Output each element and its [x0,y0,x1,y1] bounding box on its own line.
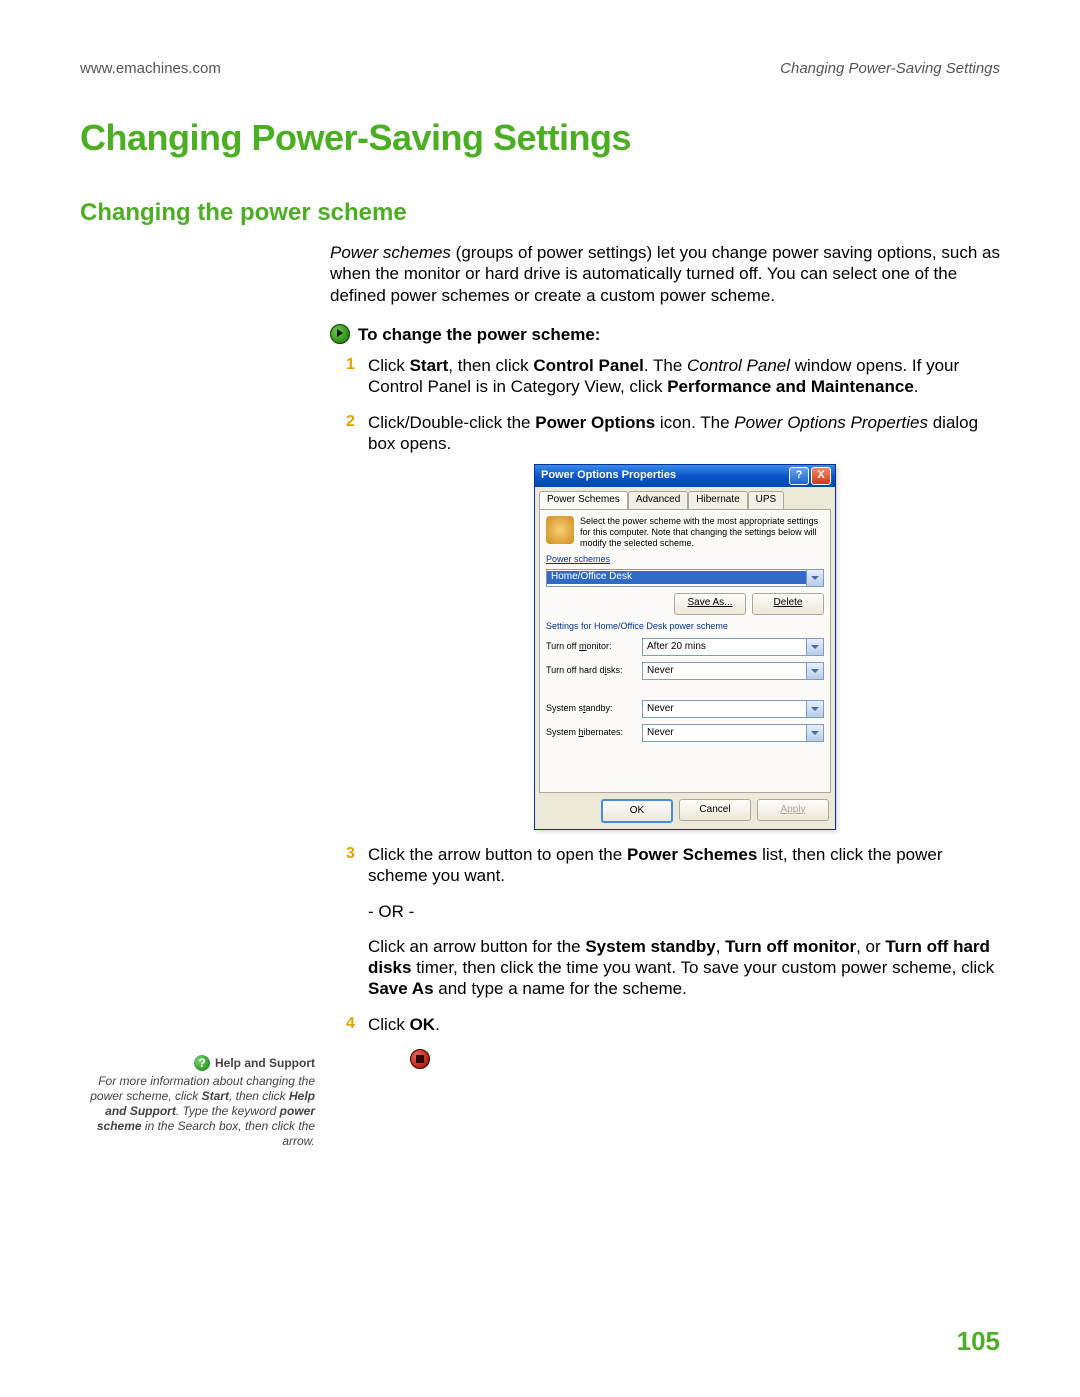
intro-paragraph: Power schemes (groups of power settings)… [330,242,1000,306]
chevron-down-icon[interactable] [806,701,823,717]
header-section: Changing Power-Saving Settings [780,60,1000,77]
power-scheme-select[interactable]: Home/Office Desk [546,569,824,587]
delete-button[interactable]: Delete [752,593,824,615]
section-title: Changing the power scheme [80,199,1000,227]
label-system-hibernates: System hibernates: [546,727,636,738]
label-turn-off-disks: Turn off hard disks: [546,665,636,676]
ok-button[interactable]: OK [601,799,673,823]
step-4: 4 Click OK. [346,1014,1000,1035]
help-button[interactable]: ? [789,467,809,485]
chevron-down-icon[interactable] [806,663,823,679]
or-separator: - OR - [368,901,1000,922]
select-system-standby[interactable]: Never [642,700,824,718]
tab-ups[interactable]: UPS [748,491,785,509]
page-title: Changing Power-Saving Settings [80,117,1000,159]
step-3: 3 Click the arrow button to open the Pow… [346,844,1000,1000]
close-button[interactable]: X [811,467,831,485]
dialog-title: Power Options Properties [541,469,676,483]
stop-icon [410,1049,430,1069]
page-number: 105 [957,1326,1000,1357]
help-sidebar: ? Help and Support For more information … [80,1055,315,1149]
group-settings: Settings for Home/Office Desk power sche… [546,621,824,632]
tab-advanced[interactable]: Advanced [628,491,688,509]
chevron-down-icon[interactable] [806,570,823,586]
chevron-down-icon[interactable] [806,639,823,655]
header-url: www.emachines.com [80,60,221,77]
label-turn-off-monitor: Turn off monitor: [546,641,636,652]
help-title: Help and Support [215,1056,315,1071]
tab-power-schemes[interactable]: Power Schemes [539,491,628,509]
play-icon [330,324,350,344]
dialog-screenshot: Power Options Properties ? X Power Schem… [534,464,834,830]
power-icon [546,516,574,544]
label-system-standby: System standby: [546,703,636,714]
select-turn-off-disks[interactable]: Never [642,662,824,680]
chevron-down-icon[interactable] [806,725,823,741]
select-turn-off-monitor[interactable]: After 20 mins [642,638,824,656]
tab-hibernate[interactable]: Hibernate [688,491,747,509]
save-as-button[interactable]: Save As... [674,593,746,615]
group-power-schemes: Power schemes [546,554,824,565]
dialog-description: Select the power scheme with the most ap… [580,516,824,548]
intro-lead: Power schemes [330,243,451,262]
step-1: 1 Click Start, then click Control Panel.… [346,355,1000,398]
apply-button[interactable]: Apply [757,799,829,821]
cancel-button[interactable]: Cancel [679,799,751,821]
step-2: 2 Click/Double-click the Power Options i… [346,412,1000,831]
task-header: To change the power scheme: [358,324,600,345]
question-icon: ? [194,1055,210,1071]
select-system-hibernates[interactable]: Never [642,724,824,742]
